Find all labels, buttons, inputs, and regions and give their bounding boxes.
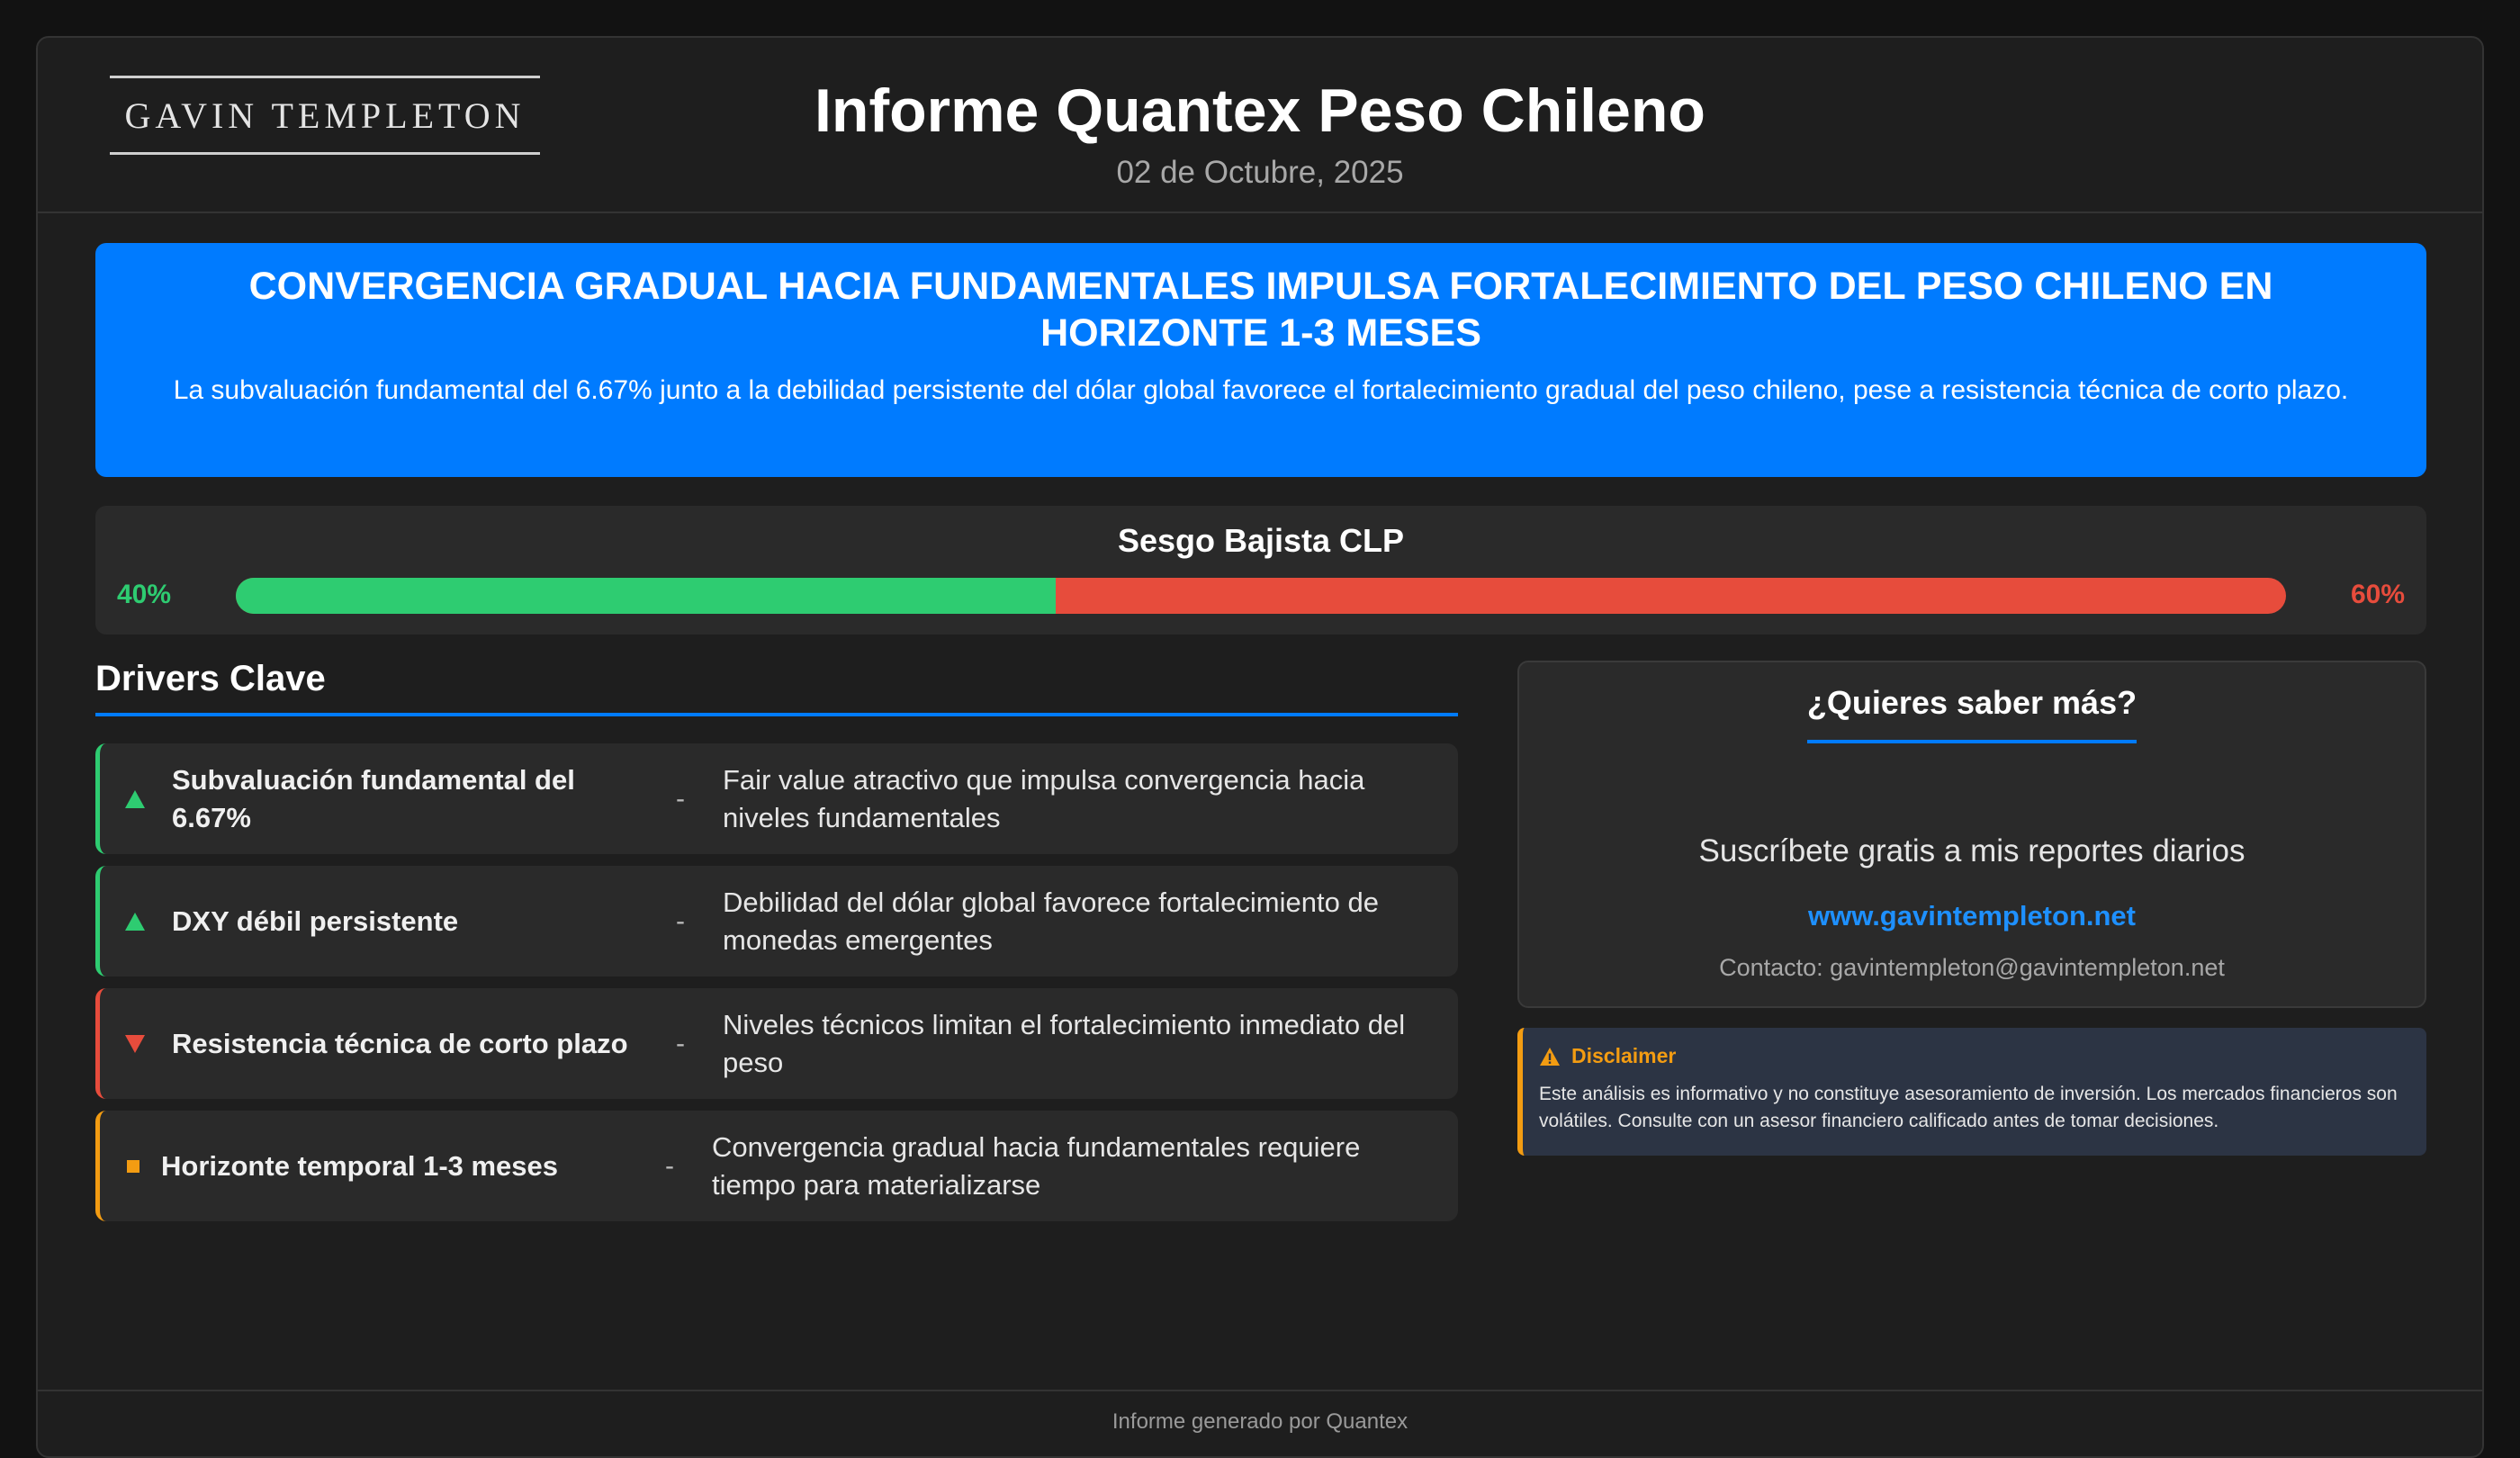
arrow-up-icon xyxy=(125,866,145,976)
driver-separator: - xyxy=(676,1028,685,1058)
bias-right-percent: 60% xyxy=(2350,580,2405,609)
subscribe-text: Suscríbete gratis a mis reportes diarios xyxy=(1698,833,2246,868)
subscribe-title-underline xyxy=(1807,740,2137,743)
driver-description: Debilidad del dólar global favorece fort… xyxy=(723,886,1379,956)
contact-email: Contacto: gavintempleton@gavintempleton.… xyxy=(1719,954,2225,981)
bias-bar-fill xyxy=(236,578,1057,614)
square-icon xyxy=(125,1111,140,1221)
disclaimer-title: Disclaimer xyxy=(1571,1044,1677,1067)
headline-title: CONVERGENCIA GRADUAL HACIA FUNDAMENTALES… xyxy=(248,265,2273,355)
disclaimer-text: Este análisis es informativo y no consti… xyxy=(1539,1084,2398,1131)
headline-banner: CONVERGENCIA GRADUAL HACIA FUNDAMENTALES… xyxy=(95,243,2426,477)
disclaimer-box: Disclaimer Este análisis es informativo … xyxy=(1517,1028,2426,1156)
driver-name: Horizonte temporal 1-3 meses xyxy=(161,1149,559,1182)
subscribe-card: ¿Quieres saber más? Suscríbete gratis a … xyxy=(1517,661,2426,1008)
driver-description: Niveles técnicos limitan el fortalecimie… xyxy=(723,1008,1406,1078)
report-footer: Informe generado por Quantex xyxy=(38,1390,2482,1456)
driver-item: Horizonte temporal 1-3 meses - Convergen… xyxy=(95,1111,1458,1221)
arrow-down-icon xyxy=(125,988,145,1099)
bias-left-percent: 40% xyxy=(117,580,172,609)
bias-panel: Sesgo Bajista CLP 40% 60% xyxy=(95,506,2426,634)
driver-name: Resistencia técnica de corto plazo xyxy=(172,1027,628,1059)
disclaimer-header: Disclaimer xyxy=(1539,1044,2426,1068)
subscribe-title: ¿Quieres saber más? xyxy=(1806,684,2138,721)
bias-title: Sesgo Bajista CLP xyxy=(1117,522,1405,559)
report-date: 02 de Octubre, 2025 xyxy=(1116,155,1404,190)
driver-item: DXY débil persistente - Debilidad del dó… xyxy=(95,866,1458,976)
drivers-title: Drivers Clave xyxy=(95,659,326,698)
driver-separator: - xyxy=(676,783,685,814)
driver-description: Convergencia gradual hacia fundamentales… xyxy=(712,1130,1361,1201)
driver-name: Subvaluación fundamental del 6.67% xyxy=(172,763,575,833)
driver-item: Resistencia técnica de corto plazo - Niv… xyxy=(95,988,1458,1099)
report-page: GAVIN TEMPLETON Informe Quantex Peso Chi… xyxy=(36,36,2484,1458)
drivers-list: Subvaluación fundamental del 6.67% - Fai… xyxy=(95,743,1458,1233)
website-link[interactable]: www.gavintempleton.net xyxy=(1519,900,2425,932)
bias-bar xyxy=(236,578,2286,614)
driver-item: Subvaluación fundamental del 6.67% - Fai… xyxy=(95,743,1458,854)
driver-separator: - xyxy=(665,1150,674,1181)
headline-summary: La subvaluación fundamental del 6.67% ju… xyxy=(173,375,2349,405)
driver-separator: - xyxy=(676,905,685,936)
arrow-up-icon xyxy=(125,743,145,854)
report-header: GAVIN TEMPLETON Informe Quantex Peso Chi… xyxy=(38,38,2482,213)
driver-description: Fair value atractivo que impulsa converg… xyxy=(723,763,1365,833)
drivers-heading: Drivers Clave xyxy=(95,659,1458,716)
driver-name: DXY débil persistente xyxy=(172,904,459,937)
page-title: Informe Quantex Peso Chileno xyxy=(814,76,1706,145)
warning-icon xyxy=(1540,1047,1560,1066)
footer-text: Informe generado por Quantex xyxy=(1112,1409,1408,1434)
